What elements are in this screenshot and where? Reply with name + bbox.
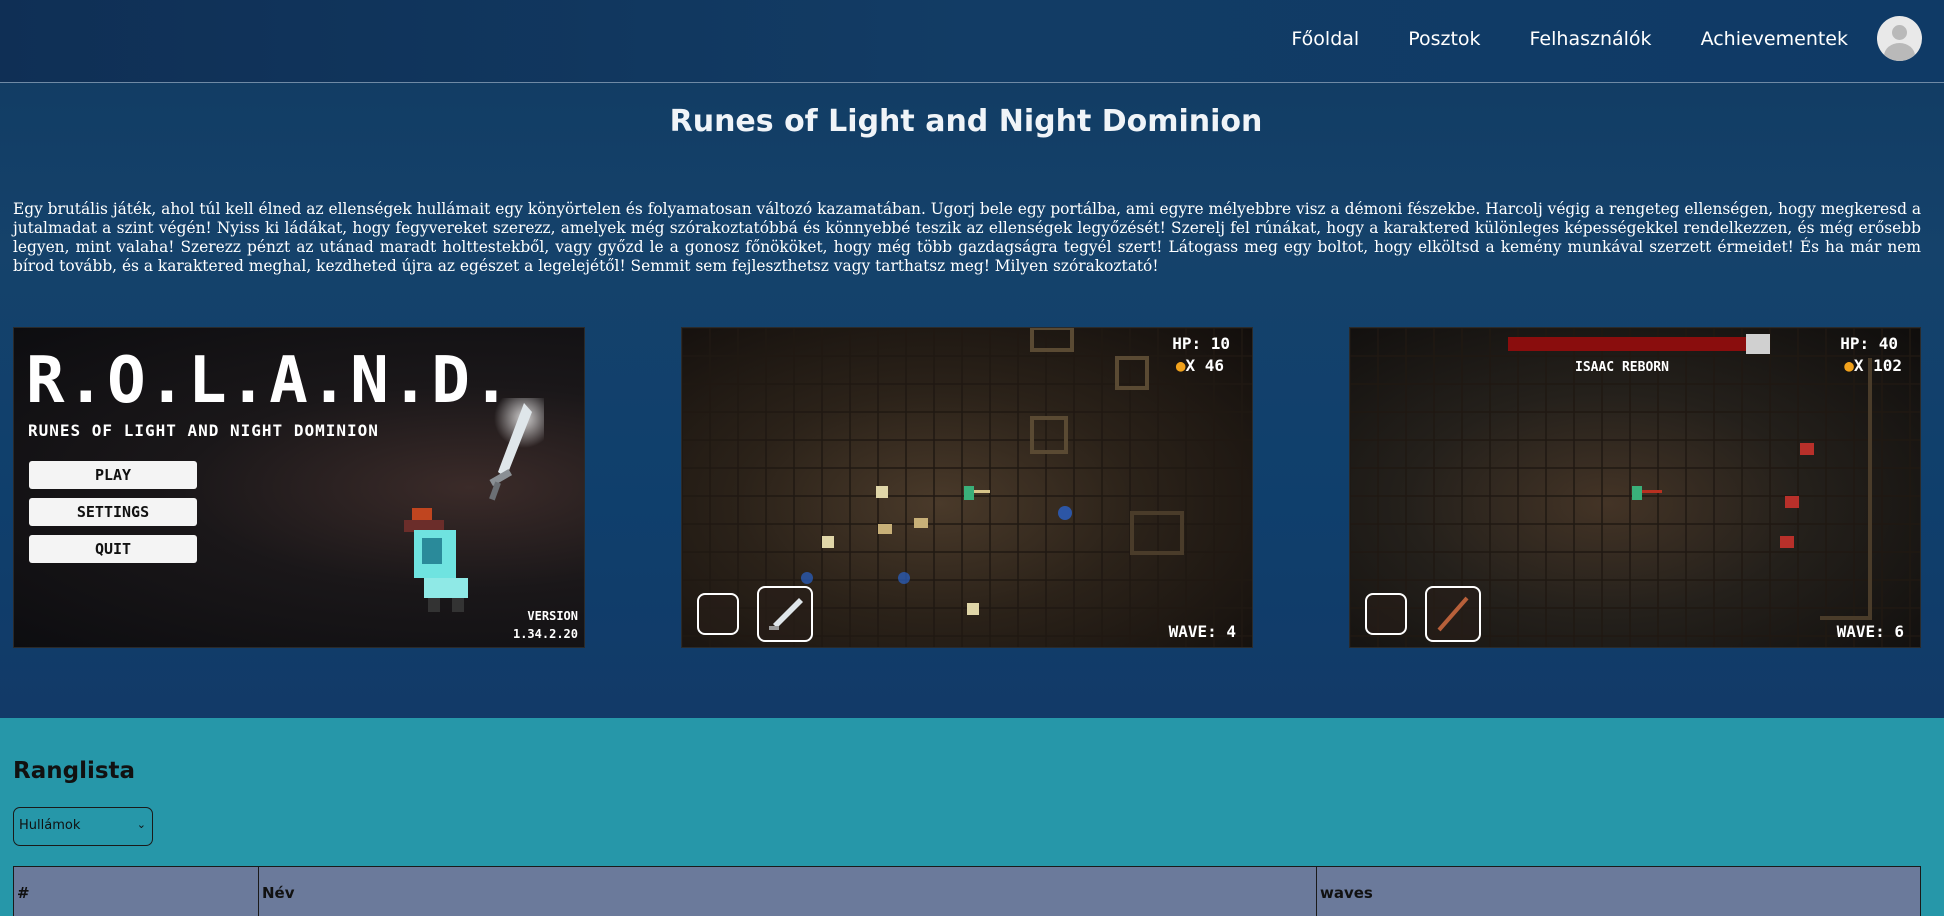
boss-health-bar <box>1508 337 1748 351</box>
coin-count: X 102 <box>1853 356 1902 375</box>
nav-link-achievements[interactable]: Achievementek <box>1701 28 1848 50</box>
wave-counter: WAVE: 6 <box>1836 622 1904 641</box>
leaderboard-table: # Név waves <box>13 866 1921 916</box>
inventory-slot-weapon <box>1425 586 1481 642</box>
screenshot-gameplay-1: HP: 10 ●X 46 WAVE: 4 <box>681 327 1253 648</box>
screenshot-gameplay-2: ISAAC REBORN HP: 40 ●X 102 WAVE: 6 <box>1349 327 1921 648</box>
coin-count: X 46 <box>1185 356 1224 375</box>
inventory-slot-1 <box>1365 593 1407 635</box>
avatar-body-icon <box>1884 43 1915 61</box>
nav-link-users[interactable]: Felhasználók <box>1530 28 1652 50</box>
navbar: Főoldal Posztok Felhasználók Achievement… <box>0 0 1944 83</box>
coin-counter: ●X 102 <box>1844 356 1902 375</box>
wave-counter: WAVE: 4 <box>1168 622 1236 641</box>
nav-links: Főoldal Posztok Felhasználók Achievement… <box>1291 16 1922 61</box>
hp-counter: HP: 40 <box>1840 334 1898 353</box>
version-number: 1.34.2.20 <box>512 627 578 641</box>
menu-settings-button: SETTINGS <box>29 498 197 526</box>
game-logo-text: R.O.L.A.N.D. <box>26 344 513 418</box>
avatar[interactable] <box>1877 16 1922 61</box>
game-description: Egy brutális játék, ahol túl kell élned … <box>13 200 1921 275</box>
hp-counter: HP: 10 <box>1172 334 1230 353</box>
menu-play-button: PLAY <box>29 461 197 489</box>
game-logo-subtitle: RUNES OF LIGHT AND NIGHT DOMINION <box>28 421 379 440</box>
column-header-waves: waves <box>1320 884 1373 902</box>
boss-skull-icon <box>1746 334 1770 354</box>
staff-icon <box>1437 596 1469 632</box>
boss-name: ISAAC REBORN <box>1575 360 1669 375</box>
nav-link-posts[interactable]: Posztok <box>1408 28 1480 50</box>
inventory-slot-1 <box>697 593 739 635</box>
version-label: VERSION 1.34.2.20 <box>513 607 578 643</box>
coin-icon: ● <box>1844 356 1854 375</box>
leaderboard-sort-value: Hullámok <box>19 818 81 833</box>
sword-icon <box>769 598 803 630</box>
chevron-down-icon: ⌄ <box>136 818 146 831</box>
menu-quit-button: QUIT <box>29 535 197 563</box>
column-header-rank: # <box>14 867 259 916</box>
nav-link-home[interactable]: Főoldal <box>1291 28 1359 50</box>
avatar-head-icon <box>1892 25 1907 40</box>
version-title: VERSION <box>527 609 578 623</box>
sword-icon <box>489 398 544 501</box>
column-header-name: Név <box>259 867 1317 916</box>
screenshot-main-menu: R.O.L.A.N.D. RUNES OF LIGHT AND NIGHT DO… <box>13 327 585 648</box>
page-title: Runes of Light and Night Dominion <box>669 104 1263 139</box>
leaderboard-sort-select[interactable]: Hullámok ⌄ <box>13 807 153 846</box>
hero-character-icon <box>404 508 468 612</box>
inventory-slot-weapon <box>757 586 813 642</box>
leaderboard-title: Ranglista <box>13 758 136 784</box>
coin-counter: ●X 46 <box>1176 356 1224 375</box>
